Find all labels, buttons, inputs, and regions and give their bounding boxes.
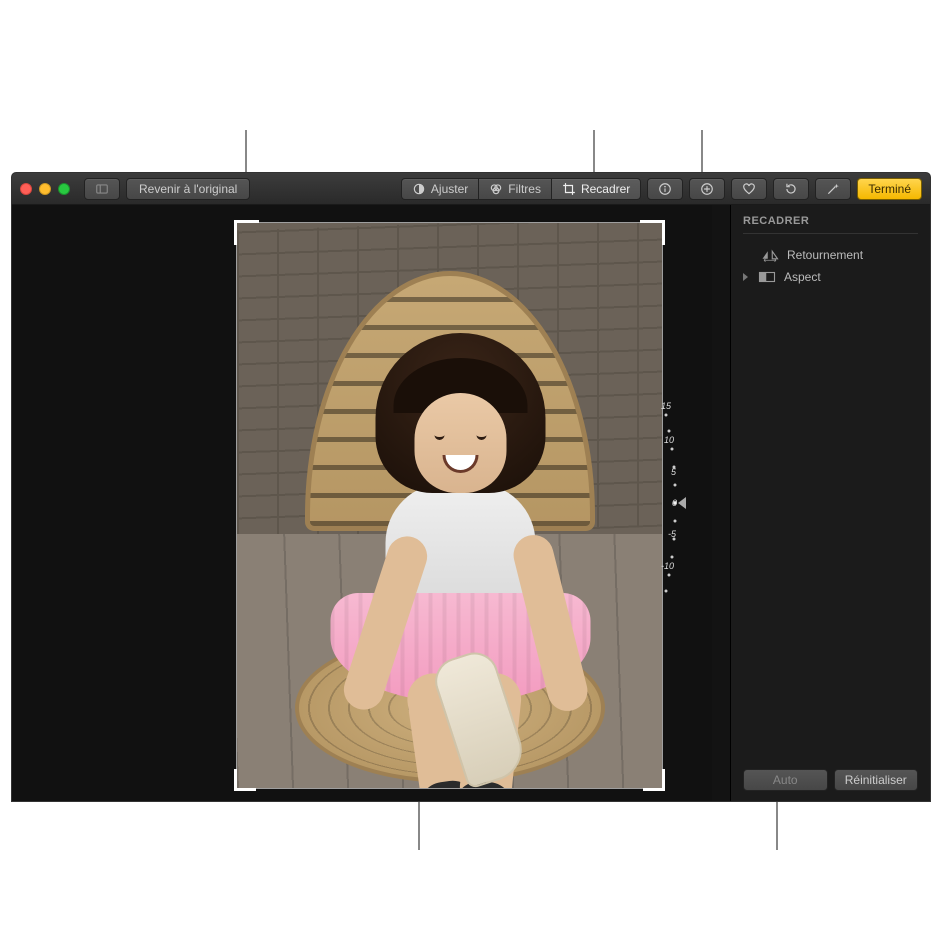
window-close-button[interactable] <box>20 183 32 195</box>
sidebar-icon <box>95 182 109 196</box>
dial-tick-label: 0 <box>672 498 677 508</box>
revert-button[interactable]: Revenir à l'original <box>126 178 250 200</box>
dial-tick-label: 5 <box>671 467 677 477</box>
crop-frame[interactable] <box>237 223 662 788</box>
crop-tab-label: Recadrer <box>581 182 630 196</box>
edit-mode-group: Ajuster Filtres Recadrer <box>401 178 641 200</box>
flip-label: Retournement <box>787 248 863 262</box>
adjust-tab[interactable]: Ajuster <box>401 178 478 200</box>
dial-tick-label: 15 <box>661 401 672 411</box>
dial-tick-label: 10 <box>664 435 674 445</box>
window-zoom-button[interactable] <box>58 183 70 195</box>
add-button[interactable] <box>689 178 725 200</box>
flip-icon <box>761 248 779 262</box>
filters-icon <box>489 182 503 196</box>
adjust-tab-label: Ajuster <box>431 182 468 196</box>
window-minimize-button[interactable] <box>39 183 51 195</box>
crop-handle-bottom-right[interactable] <box>643 769 665 791</box>
info-icon <box>658 182 672 196</box>
dial-tick-label: -5 <box>668 529 677 539</box>
enhance-button[interactable] <box>815 178 851 200</box>
info-button[interactable] <box>647 178 683 200</box>
aspect-label: Aspect <box>784 270 821 284</box>
aspect-row[interactable]: Aspect <box>743 266 918 288</box>
done-button[interactable]: Terminé <box>857 178 922 200</box>
window-titlebar: Revenir à l'original Ajuster Filtres Rec… <box>12 173 930 205</box>
canvas-area: 15 10 5 0 -5 -10 <box>12 205 712 801</box>
flip-row[interactable]: Retournement <box>743 244 918 266</box>
filters-tab-label: Filtres <box>508 182 541 196</box>
filters-tab[interactable]: Filtres <box>478 178 551 200</box>
window-traffic-lights <box>20 183 70 195</box>
reset-crop-button[interactable]: Réinitialiser <box>834 769 919 791</box>
app-window: Revenir à l'original Ajuster Filtres Rec… <box>11 172 931 802</box>
photo-preview <box>237 223 662 788</box>
dial-tick-label: -10 <box>661 561 674 571</box>
sidebar-title: RECADRER <box>743 215 918 234</box>
crop-tab[interactable]: Recadrer <box>551 178 641 200</box>
aspect-icon <box>758 270 776 284</box>
rotate-icon <box>784 182 798 196</box>
crop-icon <box>562 182 576 196</box>
auto-crop-button[interactable]: Auto <box>743 769 828 791</box>
editor-content: 15 10 5 0 -5 -10 <box>12 205 930 801</box>
crop-sidebar: RECADRER Retournement Aspect <box>730 205 930 801</box>
adjust-icon <box>412 182 426 196</box>
disclosure-triangle-icon <box>743 273 748 281</box>
dial-indicator-icon <box>678 497 686 509</box>
plus-circle-icon <box>700 182 714 196</box>
rotate-button[interactable] <box>773 178 809 200</box>
magic-wand-icon <box>826 182 840 196</box>
heart-icon <box>742 182 756 196</box>
sidebar-toggle-button[interactable] <box>84 178 120 200</box>
crop-handle-bottom-left[interactable] <box>234 769 256 791</box>
favorite-button[interactable] <box>731 178 767 200</box>
